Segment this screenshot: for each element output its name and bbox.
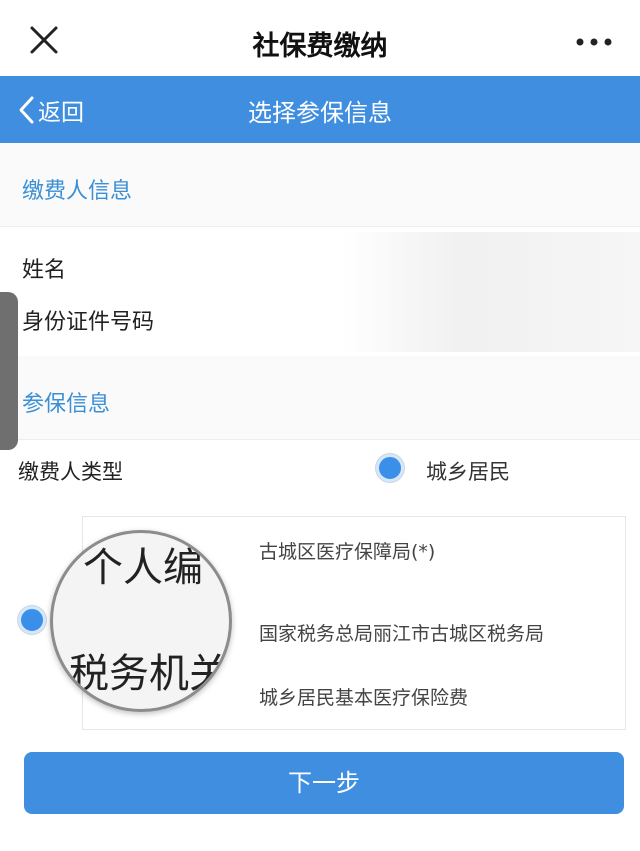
insurance-option-radio[interactable] xyxy=(18,606,46,634)
card-insurance-type: 城乡居民基本医疗保险费 xyxy=(259,687,469,709)
magnifier-overlay: 个人编 税务机关 xyxy=(50,530,232,712)
magnified-text-line1: 个人编 xyxy=(83,545,203,591)
card-medical-bureau: 古城区医疗保障局(*) xyxy=(259,541,436,563)
section-title-insurance: 参保信息 xyxy=(22,392,111,417)
more-horizontal-icon[interactable] xyxy=(572,22,616,58)
next-step-button[interactable]: 下一步 xyxy=(24,752,624,814)
payer-type-label: 缴费人类型 xyxy=(18,460,123,484)
magnified-text-line2: 税务机关 xyxy=(69,651,229,697)
section-header-payer: 缴费人信息 xyxy=(0,143,640,227)
section-header-insurance: 参保信息 xyxy=(0,356,640,440)
side-drawer-handle[interactable] xyxy=(0,292,18,450)
section-title-payer: 缴费人信息 xyxy=(22,179,133,204)
payer-type-value: 城乡居民 xyxy=(426,460,510,484)
redacted-area xyxy=(340,232,640,352)
name-label: 姓名 xyxy=(22,258,67,283)
payer-type-row: 缴费人类型 城乡居民 xyxy=(0,440,640,510)
id-number-label: 身份证件号码 xyxy=(22,310,155,335)
card-tax-authority: 国家税务总局丽江市古城区税务局 xyxy=(259,623,545,645)
payer-type-radio[interactable] xyxy=(376,454,404,482)
navigation-bar: 返回 选择参保信息 xyxy=(0,76,640,143)
app-title: 社保费缴纳 xyxy=(252,31,388,62)
page-title: 选择参保信息 xyxy=(248,99,392,127)
app-titlebar: 社保费缴纳 xyxy=(0,0,640,76)
